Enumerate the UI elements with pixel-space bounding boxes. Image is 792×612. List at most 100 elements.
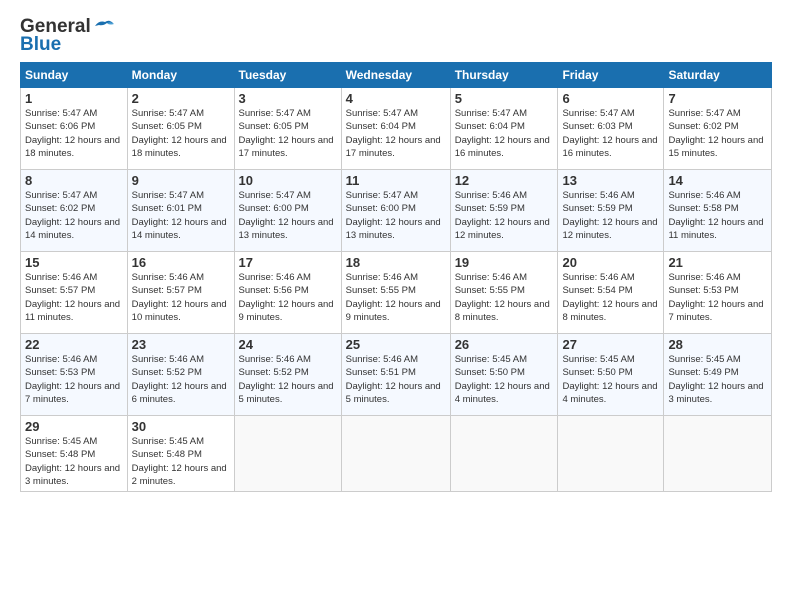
day-cell-23: 23 Sunrise: 5:46 AM Sunset: 5:52 PM Dayl… <box>127 334 234 416</box>
day-number: 2 <box>132 91 230 106</box>
day-number: 12 <box>455 173 554 188</box>
day-number: 29 <box>25 419 123 434</box>
day-number: 30 <box>132 419 230 434</box>
day-info: Sunrise: 5:46 AM Sunset: 5:55 PM Dayligh… <box>346 271 446 324</box>
logo-blue: Blue <box>20 34 61 56</box>
day-cell-4: 4 Sunrise: 5:47 AM Sunset: 6:04 PM Dayli… <box>341 88 450 170</box>
day-info: Sunrise: 5:47 AM Sunset: 6:05 PM Dayligh… <box>132 107 230 160</box>
col-monday: Monday <box>127 63 234 88</box>
day-cell-26: 26 Sunrise: 5:45 AM Sunset: 5:50 PM Dayl… <box>450 334 558 416</box>
day-number: 21 <box>668 255 767 270</box>
col-friday: Friday <box>558 63 664 88</box>
day-cell-7: 7 Sunrise: 5:47 AM Sunset: 6:02 PM Dayli… <box>664 88 772 170</box>
day-info: Sunrise: 5:47 AM Sunset: 6:03 PM Dayligh… <box>562 107 659 160</box>
day-cell-1: 1 Sunrise: 5:47 AM Sunset: 6:06 PM Dayli… <box>21 88 128 170</box>
day-info: Sunrise: 5:46 AM Sunset: 5:59 PM Dayligh… <box>562 189 659 242</box>
day-cell-25: 25 Sunrise: 5:46 AM Sunset: 5:51 PM Dayl… <box>341 334 450 416</box>
day-cell-24: 24 Sunrise: 5:46 AM Sunset: 5:52 PM Dayl… <box>234 334 341 416</box>
day-number: 20 <box>562 255 659 270</box>
col-sunday: Sunday <box>21 63 128 88</box>
day-number: 7 <box>668 91 767 106</box>
day-number: 4 <box>346 91 446 106</box>
day-number: 10 <box>239 173 337 188</box>
empty-cell <box>450 416 558 492</box>
day-info: Sunrise: 5:47 AM Sunset: 6:01 PM Dayligh… <box>132 189 230 242</box>
empty-cell <box>234 416 341 492</box>
day-number: 3 <box>239 91 337 106</box>
day-cell-8: 8 Sunrise: 5:47 AM Sunset: 6:02 PM Dayli… <box>21 170 128 252</box>
day-number: 16 <box>132 255 230 270</box>
day-info: Sunrise: 5:46 AM Sunset: 5:58 PM Dayligh… <box>668 189 767 242</box>
weekday-header-row: Sunday Monday Tuesday Wednesday Thursday… <box>21 63 772 88</box>
day-cell-3: 3 Sunrise: 5:47 AM Sunset: 6:05 PM Dayli… <box>234 88 341 170</box>
day-info: Sunrise: 5:47 AM Sunset: 6:02 PM Dayligh… <box>25 189 123 242</box>
header: General Blue <box>20 16 772 56</box>
day-info: Sunrise: 5:46 AM Sunset: 5:52 PM Dayligh… <box>132 353 230 406</box>
day-cell-22: 22 Sunrise: 5:46 AM Sunset: 5:53 PM Dayl… <box>21 334 128 416</box>
logo-bird-icon <box>93 18 115 36</box>
day-cell-5: 5 Sunrise: 5:47 AM Sunset: 6:04 PM Dayli… <box>450 88 558 170</box>
day-cell-28: 28 Sunrise: 5:45 AM Sunset: 5:49 PM Dayl… <box>664 334 772 416</box>
day-info: Sunrise: 5:46 AM Sunset: 5:54 PM Dayligh… <box>562 271 659 324</box>
day-number: 19 <box>455 255 554 270</box>
day-number: 1 <box>25 91 123 106</box>
empty-cell <box>341 416 450 492</box>
day-cell-16: 16 Sunrise: 5:46 AM Sunset: 5:57 PM Dayl… <box>127 252 234 334</box>
day-cell-9: 9 Sunrise: 5:47 AM Sunset: 6:01 PM Dayli… <box>127 170 234 252</box>
day-number: 18 <box>346 255 446 270</box>
day-cell-11: 11 Sunrise: 5:47 AM Sunset: 6:00 PM Dayl… <box>341 170 450 252</box>
day-info: Sunrise: 5:46 AM Sunset: 5:53 PM Dayligh… <box>25 353 123 406</box>
day-number: 15 <box>25 255 123 270</box>
day-info: Sunrise: 5:45 AM Sunset: 5:50 PM Dayligh… <box>562 353 659 406</box>
day-cell-17: 17 Sunrise: 5:46 AM Sunset: 5:56 PM Dayl… <box>234 252 341 334</box>
day-cell-19: 19 Sunrise: 5:46 AM Sunset: 5:55 PM Dayl… <box>450 252 558 334</box>
day-number: 14 <box>668 173 767 188</box>
day-cell-21: 21 Sunrise: 5:46 AM Sunset: 5:53 PM Dayl… <box>664 252 772 334</box>
day-number: 24 <box>239 337 337 352</box>
day-info: Sunrise: 5:46 AM Sunset: 5:55 PM Dayligh… <box>455 271 554 324</box>
day-number: 8 <box>25 173 123 188</box>
day-number: 6 <box>562 91 659 106</box>
day-cell-18: 18 Sunrise: 5:46 AM Sunset: 5:55 PM Dayl… <box>341 252 450 334</box>
day-cell-2: 2 Sunrise: 5:47 AM Sunset: 6:05 PM Dayli… <box>127 88 234 170</box>
day-cell-12: 12 Sunrise: 5:46 AM Sunset: 5:59 PM Dayl… <box>450 170 558 252</box>
day-cell-6: 6 Sunrise: 5:47 AM Sunset: 6:03 PM Dayli… <box>558 88 664 170</box>
day-info: Sunrise: 5:47 AM Sunset: 6:04 PM Dayligh… <box>455 107 554 160</box>
day-cell-29: 29 Sunrise: 5:45 AM Sunset: 5:48 PM Dayl… <box>21 416 128 492</box>
day-cell-10: 10 Sunrise: 5:47 AM Sunset: 6:00 PM Dayl… <box>234 170 341 252</box>
day-info: Sunrise: 5:46 AM Sunset: 5:52 PM Dayligh… <box>239 353 337 406</box>
logo: General Blue <box>20 16 115 56</box>
day-info: Sunrise: 5:46 AM Sunset: 5:59 PM Dayligh… <box>455 189 554 242</box>
day-info: Sunrise: 5:47 AM Sunset: 6:06 PM Dayligh… <box>25 107 123 160</box>
day-info: Sunrise: 5:47 AM Sunset: 6:00 PM Dayligh… <box>239 189 337 242</box>
day-info: Sunrise: 5:46 AM Sunset: 5:51 PM Dayligh… <box>346 353 446 406</box>
col-tuesday: Tuesday <box>234 63 341 88</box>
day-info: Sunrise: 5:45 AM Sunset: 5:48 PM Dayligh… <box>132 435 230 488</box>
empty-cell <box>558 416 664 492</box>
day-cell-20: 20 Sunrise: 5:46 AM Sunset: 5:54 PM Dayl… <box>558 252 664 334</box>
day-cell-27: 27 Sunrise: 5:45 AM Sunset: 5:50 PM Dayl… <box>558 334 664 416</box>
day-number: 13 <box>562 173 659 188</box>
day-cell-13: 13 Sunrise: 5:46 AM Sunset: 5:59 PM Dayl… <box>558 170 664 252</box>
day-info: Sunrise: 5:47 AM Sunset: 6:02 PM Dayligh… <box>668 107 767 160</box>
day-info: Sunrise: 5:46 AM Sunset: 5:57 PM Dayligh… <box>25 271 123 324</box>
empty-cell <box>664 416 772 492</box>
page: General Blue Sunday Monday Tuesday Wedne… <box>0 0 792 504</box>
day-number: 27 <box>562 337 659 352</box>
day-info: Sunrise: 5:45 AM Sunset: 5:49 PM Dayligh… <box>668 353 767 406</box>
day-info: Sunrise: 5:46 AM Sunset: 5:53 PM Dayligh… <box>668 271 767 324</box>
day-number: 22 <box>25 337 123 352</box>
day-number: 28 <box>668 337 767 352</box>
day-cell-14: 14 Sunrise: 5:46 AM Sunset: 5:58 PM Dayl… <box>664 170 772 252</box>
day-info: Sunrise: 5:46 AM Sunset: 5:56 PM Dayligh… <box>239 271 337 324</box>
day-number: 25 <box>346 337 446 352</box>
day-number: 5 <box>455 91 554 106</box>
day-info: Sunrise: 5:45 AM Sunset: 5:48 PM Dayligh… <box>25 435 123 488</box>
day-number: 26 <box>455 337 554 352</box>
day-number: 9 <box>132 173 230 188</box>
day-info: Sunrise: 5:47 AM Sunset: 6:05 PM Dayligh… <box>239 107 337 160</box>
day-number: 17 <box>239 255 337 270</box>
calendar-table: Sunday Monday Tuesday Wednesday Thursday… <box>20 62 772 492</box>
day-number: 11 <box>346 173 446 188</box>
day-info: Sunrise: 5:47 AM Sunset: 6:04 PM Dayligh… <box>346 107 446 160</box>
